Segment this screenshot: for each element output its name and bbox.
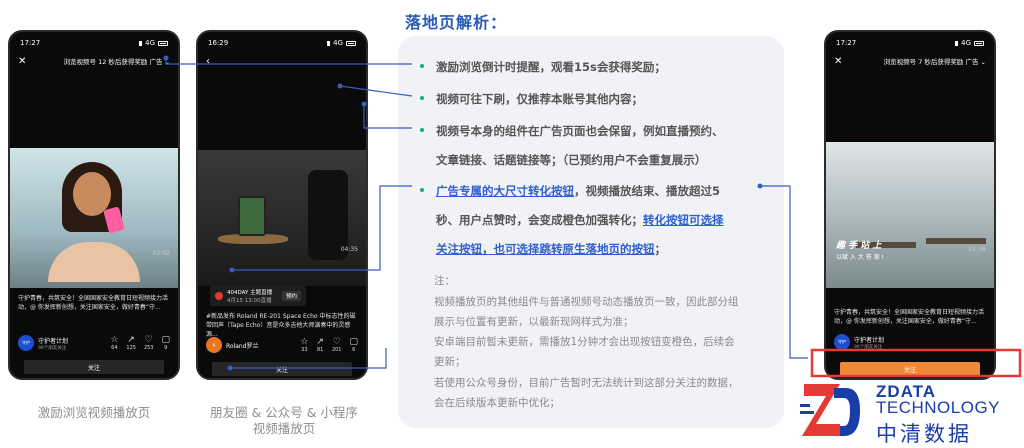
video-duration: 02:02 [152,250,170,257]
share-button[interactable]: ↗ 125 [126,335,136,351]
video-player[interactable] [198,150,366,286]
status-time: 17:27 [20,39,41,47]
like-button[interactable]: ♡ 201 [332,337,342,353]
star-icon: ☆ [110,335,119,345]
video-player[interactable]: 趣 手 站 上 以赋 入 大 答 案 ! [826,142,994,288]
share-icon: ↗ [127,335,135,345]
live-reservation-card[interactable]: 404DAY 主题直播 4月15 13:00直播 预约 [210,286,306,306]
pedal-prop [238,196,266,236]
like-button[interactable]: ♡ 253 [144,335,154,351]
avatar[interactable]: 守护 [18,335,34,351]
status-bar: 16:29 4G [208,38,356,48]
star-button[interactable]: ☆ 33 [300,337,308,353]
account-name[interactable]: 守护者计划 [854,335,986,344]
note-line: 会在后续版本更新中优化； [434,397,560,409]
slide: 落地页解析： 17:27 4G ✕ 浏览视频号 12 秒后获得奖励 广告 ⌄ 0… [0,0,1024,448]
point-4a: 广告专属的大尺寸转化按钮，视频播放结束、播放超过5 [436,184,721,198]
label-phone-2-line1: 朋友圈 & 公众号 & 小程序 [210,405,358,420]
comment-icon: ▢ [349,337,358,347]
comment-button[interactable]: ▢ 6 [349,337,358,353]
reserve-button[interactable]: 预约 [281,291,301,301]
zdata-logo: ZDATA TECHNOLOGY 中清数据 [796,376,1024,448]
logo-text-cn: 中清数据 [876,422,972,446]
star-icon: ☆ [300,337,309,347]
video-caption: #新品发布 Roland RE-201 Space Echo 中标志性的磁带回声… [206,313,356,338]
status-bar: 17:27 4G [836,38,984,48]
share-button[interactable]: ↗ 81 [316,337,324,353]
close-icon[interactable]: ✕ [834,56,848,67]
follow-button[interactable]: 关注 [212,362,352,376]
bullet-dot [420,128,424,132]
countdown-title: 浏览视频号 12 秒后获得奖励 广告 ⌄ [63,58,171,66]
section-heading: 落地页解析： [405,13,508,32]
video-duration: 01:58 [968,246,986,253]
label-phone-1: 激励浏览视频播放页 [37,405,151,420]
star-button[interactable]: ☆ 64 [110,335,118,351]
phone-incentive: 17:27 4G ✕ 浏览视频号 12 秒后获得奖励 广告 ⌄ 02:02 守护… [8,30,180,380]
label-phone-2-line2: 视频播放页 [252,421,316,436]
video-overlay-title: 趣 手 站 上 [836,241,882,251]
point-3b: 文章链接、话题链接等；（已预约用户不会重复展示） [436,153,707,167]
note-line: 若使用公众号身份，目前广告暂时无法统计到这部分关注的数据， [434,377,739,389]
battery-icon [158,40,168,46]
note-line: 更新； [434,356,466,368]
note-line: 安卓端目前暂未更新，需播放1分钟才会出现按钮变橙色，后续会 [434,336,735,348]
network-label: 4G [145,39,155,47]
back-icon[interactable]: ‹ [206,56,220,67]
video-overlay-sub: 以赋 入 大 答 案 ! [836,254,884,261]
follow-button-orange[interactable]: 关注 [840,362,980,376]
point-3a: 视频号本身的组件在广告页面也会保留，例如直播预约、 [436,124,724,138]
video-caption: 守护青春，共筑安全！全国国家安全教育日短视频接力活动，@ 你发挥新创想，关注国家… [834,309,985,325]
share-icon: ↗ [316,337,324,347]
follow-button[interactable]: 关注 [24,360,164,374]
logo-text-2: TECHNOLOGY [876,398,1001,417]
point-4-highlight-c: 关注按钮，也可选择跳转原生落地页的按钮 [436,242,655,256]
note-line: 视频播放页的其他组件与普通视频号动态播放页一致，因此部分组 [434,296,739,308]
account-name[interactable]: 守护者计划 [38,336,110,345]
comment-icon: ▢ [161,335,170,345]
status-time: 16:29 [208,39,229,47]
top-bar: ✕ 浏览视频号 7 秒后获得奖励 广告 ⌄ [834,54,986,68]
status-time: 17:27 [836,39,857,47]
battery-icon [346,40,356,46]
avatar[interactable]: R [206,337,222,353]
bullet-dot [420,96,424,100]
account-name[interactable]: Roland罗兰 [226,341,300,350]
video-duration: 04:35 [340,246,358,253]
point-2: 视频可往下刷，仅推荐本账号其他内容； [436,92,643,106]
phone-incentive-orange: 17:27 4G ✕ 浏览视频号 7 秒后获得奖励 广告 ⌄ 趣 手 站 上 以… [824,30,996,380]
status-bar: 17:27 4G [20,38,168,48]
note-line: 展示与位置有更新，以最新现网样式为准； [434,316,634,328]
point-4-highlight-a: 广告专属的大尺寸转化按钮 [436,184,574,198]
account-row: R Roland罗兰 ☆ 33 ↗ 81 ♡ 201 ▢ 6 [206,337,358,353]
bullet-dot [420,188,424,192]
network-label: 4G [333,39,343,47]
account-row: 守护 守护者计划 96个朋友关注 [834,334,986,350]
countdown-title: 浏览视频号 7 秒后获得奖励 广告 ⌄ [883,58,986,66]
zdata-logo-mark [800,384,860,436]
heart-icon: ♡ [144,335,153,345]
point-4c: 关注按钮，也可选择跳转原生落地页的按钮； [436,242,666,256]
account-sub: 96个朋友关注 [854,344,883,350]
point-4b: 秒、用户点赞时，会变成橙色加强转化；转化按钮可选择 [436,213,724,227]
battery-icon [974,40,984,46]
top-bar: ‹ [206,54,358,68]
live-icon [215,292,223,300]
comment-button[interactable]: ▢ 9 [161,335,170,351]
account-sub: 96个朋友关注 [38,345,67,351]
avatar[interactable]: 守护 [834,334,850,350]
close-icon[interactable]: ✕ [18,56,32,67]
heart-icon: ♡ [332,337,341,347]
phone-moments: 16:29 4G ‹ 04:35 404DAY 主题直播 4月15 13:00直播… [196,30,368,380]
point-1: 激励浏览倒计时提醒，观看15s会获得奖励； [436,60,666,74]
network-label: 4G [961,39,971,47]
video-player[interactable] [10,148,178,288]
account-row: 守护 守护者计划 96个朋友关注 ☆ 64 ↗ 125 ♡ 253 ▢ 9 [18,335,170,351]
point-4-highlight-b: 转化按钮可选择 [643,213,724,227]
top-bar: ✕ 浏览视频号 12 秒后获得奖励 广告 ⌄ [18,54,170,68]
note-label: 注： [434,275,455,287]
video-caption: 守护青春，共筑安全！全国国家安全教育日短视频接力活动，@ 你发挥新创想，关注国家… [18,295,169,311]
bullet-dot [420,64,424,68]
